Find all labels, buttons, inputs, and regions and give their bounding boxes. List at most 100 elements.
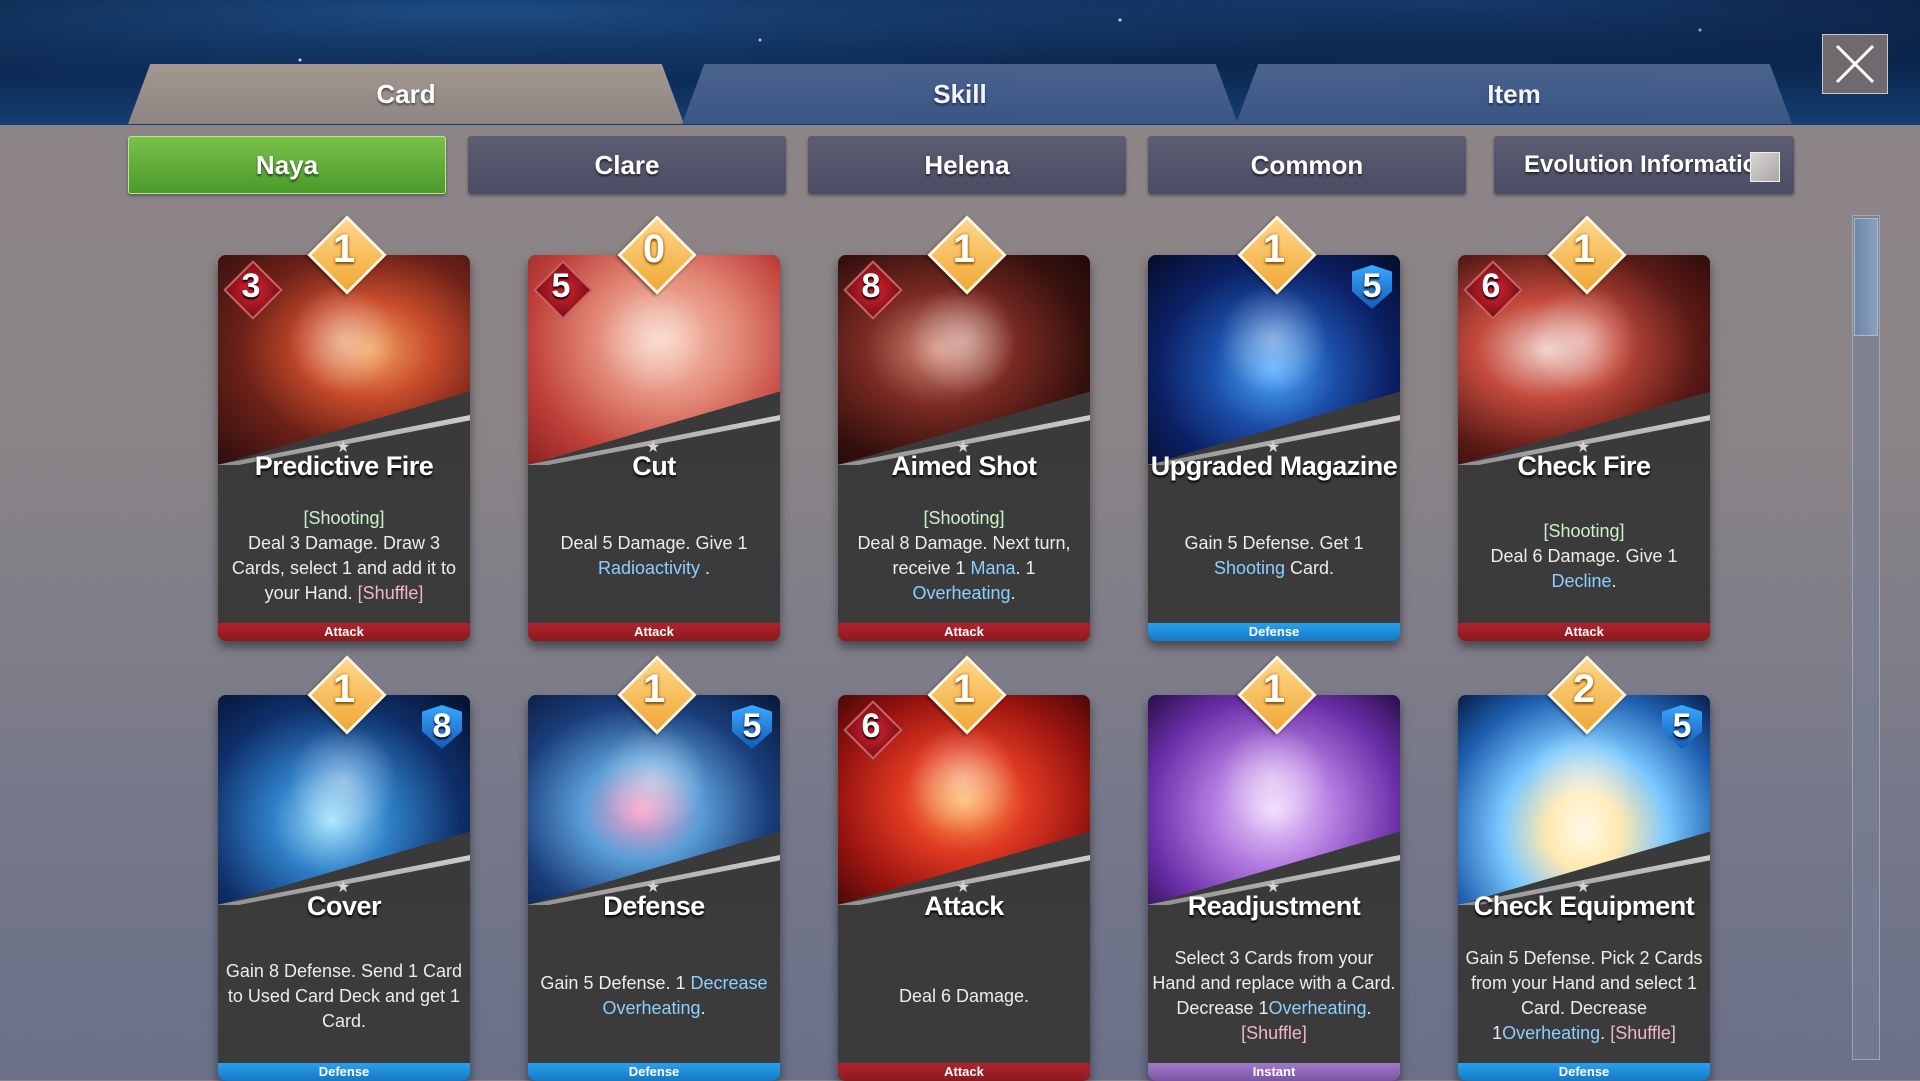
card-name: Defense — [603, 891, 705, 921]
card-description-text: . — [1366, 998, 1372, 1018]
evolution-checkbox[interactable] — [1750, 152, 1780, 182]
card-description: Gain 5 Defense. Pick 2 Cards from your H… — [1462, 935, 1706, 1057]
card-type-label: Instant — [1148, 1063, 1400, 1081]
subtab-naya[interactable]: Naya — [128, 136, 446, 194]
card-description-text: Radioactivity — [597, 558, 701, 578]
card-type-label: Attack — [838, 623, 1090, 641]
scrollbar-thumb[interactable] — [1854, 218, 1878, 336]
card-type-label: Attack — [1458, 623, 1710, 641]
card-description-text: Gain 8 Defense. Send 1 Card to Used Card… — [225, 960, 463, 1031]
card-name: Attack — [924, 891, 1004, 921]
card-defense[interactable]: ★ Defense Gain 5 Defense. 1 Decrease Overh… — [528, 695, 780, 1081]
card-defense-value: 5 — [742, 707, 762, 745]
card-name: Predictive Fire — [254, 451, 434, 481]
card-name: Readjustment — [1187, 891, 1361, 921]
artwork-highlight — [1528, 725, 1638, 835]
card-list-scrollbar[interactable] — [1852, 215, 1880, 1060]
card-defense-value: 8 — [432, 707, 452, 745]
tab-skill[interactable]: Skill — [682, 64, 1238, 124]
card-description-text: Overheating — [1502, 1023, 1601, 1043]
card-description: Deal 5 Damage. Give 1 Radioactivity . — [532, 495, 776, 617]
evolution-information-label: Evolution Information — [1524, 151, 1772, 178]
card-description-text: Decline — [1551, 570, 1612, 591]
card-name: Cover — [306, 891, 382, 921]
artwork-highlight — [598, 725, 708, 835]
card-description: [Shooting] Deal 8 Damage. Next turn, rece… — [842, 495, 1086, 617]
close-button[interactable] — [1822, 34, 1888, 94]
close-icon — [1835, 44, 1875, 84]
card-description: Deal 6 Damage. — [842, 935, 1086, 1057]
card-description-text: [Shuffle] — [1610, 1023, 1676, 1043]
card-readjustment[interactable]: ★ Readjustment Select 3 Cards from your Ha… — [1148, 695, 1400, 1081]
card-description-text: . — [1600, 1023, 1611, 1043]
tab-card[interactable]: Card — [128, 64, 684, 124]
card-name: Upgraded Magazine — [1150, 451, 1398, 481]
card-description-text: . — [700, 558, 711, 578]
card-cost: 1 — [332, 227, 356, 271]
card-description-text: . — [1611, 570, 1617, 591]
card-defense-value: 5 — [1362, 267, 1382, 305]
card-description-text: Gain 5 Defense. Get 1 — [1184, 533, 1364, 553]
card-description-text: Deal 6 Damage. — [898, 985, 1030, 1006]
card-description-text: [Shuffle] — [1241, 1023, 1307, 1043]
card-type-label: Attack — [528, 623, 780, 641]
card-description-text: Deal 5 Damage. Give 1 — [560, 533, 748, 553]
card-description: Select 3 Cards from your Hand and replac… — [1152, 935, 1396, 1057]
card-description-text: [Shuffle] — [357, 583, 424, 603]
card-damage-value: 6 — [1481, 267, 1501, 305]
card-type-label: Defense — [1148, 623, 1400, 641]
artwork-highlight — [908, 725, 1018, 835]
card-name: Check Equipment — [1473, 891, 1695, 921]
artwork-highlight — [288, 725, 398, 835]
card-description-text: Shooting — [1213, 558, 1286, 578]
card-description: Gain 5 Defense. 1 Decrease Overheating. — [532, 935, 776, 1057]
artwork-highlight — [598, 285, 708, 395]
card-defense-value: 5 — [1672, 707, 1692, 745]
card-cover[interactable]: ★ Cover Gain 8 Defense. Send 1 Card to Use… — [218, 695, 470, 1081]
subtab-common[interactable]: Common — [1148, 136, 1466, 194]
card-keyword: [Shooting] — [1543, 520, 1625, 541]
card-cost: 2 — [1572, 667, 1596, 711]
subtab-helena[interactable]: Helena — [808, 136, 1126, 194]
artwork-highlight — [1528, 285, 1638, 395]
card-keyword: [Shooting] — [923, 508, 1005, 528]
card-damage-value: 6 — [861, 707, 881, 745]
card-name: Check Fire — [1517, 451, 1651, 481]
card-name: Cut — [632, 451, 676, 481]
artwork-highlight — [1218, 285, 1328, 395]
card-type-label: Defense — [1458, 1063, 1710, 1081]
subtab-evolution-information[interactable]: Evolution Information — [1494, 136, 1794, 194]
card-upgraded-magazine[interactable]: ★ Upgraded Magazine Gain 5 Defense. Get 1 … — [1148, 255, 1400, 641]
card-damage-value: 5 — [551, 267, 571, 305]
card-type-label: Defense — [218, 1063, 470, 1081]
card-description-text: Gain 5 Defense. 1 — [540, 973, 691, 993]
card-cost: 1 — [642, 667, 666, 711]
card-description-text: Overheating — [1268, 998, 1367, 1018]
card-description: [Shooting] Deal 6 Damage. Give 1 Decline. — [1462, 495, 1706, 617]
card-description-text: Deal 6 Damage. Give 1 — [1490, 545, 1678, 566]
card-description-text: . — [700, 998, 706, 1018]
artwork-highlight — [288, 285, 398, 395]
card-description-text: . — [1010, 583, 1016, 603]
card-cost: 1 — [1572, 227, 1596, 271]
tab-item[interactable]: Item — [1236, 64, 1792, 124]
card-name: Aimed Shot — [891, 451, 1037, 481]
card-damage-value: 3 — [241, 267, 261, 305]
card-cost: 0 — [642, 227, 666, 271]
subtab-clare[interactable]: Clare — [468, 136, 786, 194]
card-type-label: Attack — [218, 623, 470, 641]
card-description: Gain 8 Defense. Send 1 Card to Used Card… — [222, 935, 466, 1057]
artwork-highlight — [908, 285, 1018, 395]
card-description-text: . 1 — [1015, 558, 1036, 578]
card-description-text: Deal 8 Damage. Next turn, receive 1 — [857, 533, 1071, 578]
card-description-text: Card. — [1285, 558, 1335, 578]
card-cost: 1 — [952, 227, 976, 271]
card-description: Gain 5 Defense. Get 1 Shooting Card. — [1152, 495, 1396, 617]
card-cost: 1 — [332, 667, 356, 711]
card-cost: 1 — [952, 667, 976, 711]
card-description-text: Mana — [970, 558, 1016, 578]
card-description-text: Overheating — [912, 583, 1011, 603]
card-check-equipment[interactable]: ★ Check Equipment Gain 5 Defense. Pick 2 C… — [1458, 695, 1710, 1081]
card-description: [Shooting] Deal 3 Damage. Draw 3 Cards, s… — [222, 495, 466, 617]
card-cost: 1 — [1262, 227, 1286, 271]
